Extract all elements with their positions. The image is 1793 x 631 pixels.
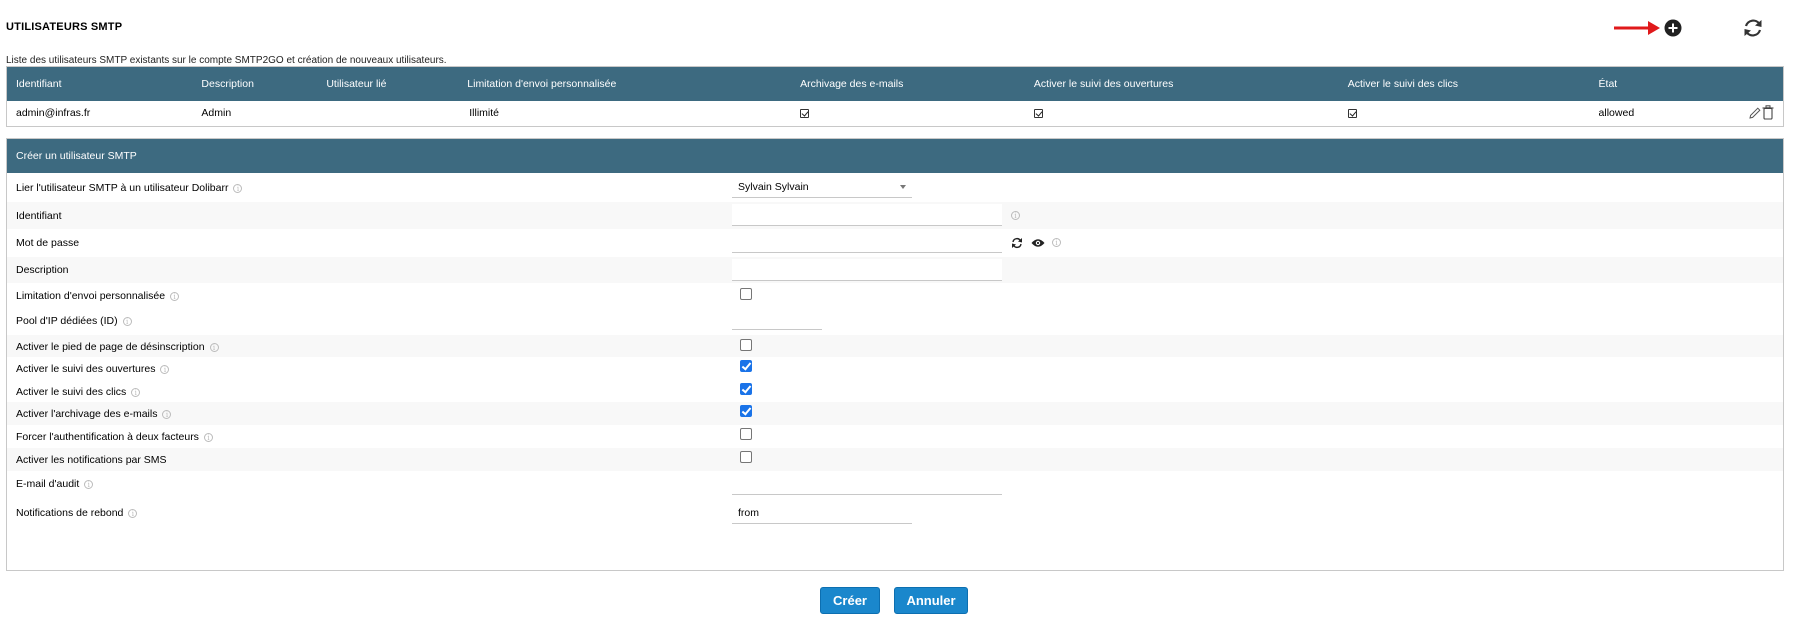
form-row-two-factor: Forcer l'authentification à deux facteur… <box>7 425 1783 448</box>
description-label: Description <box>16 264 69 276</box>
info-icon: i <box>131 387 141 397</box>
column-header-archiving: Archivage des e-mails <box>800 77 904 90</box>
refresh-icon[interactable] <box>1742 17 1764 39</box>
two-factor-checkbox[interactable] <box>740 428 752 440</box>
open-tracking-checkbox[interactable] <box>740 360 752 372</box>
sms-label: Activer les notifications par SMS <box>16 454 167 466</box>
state-value: allowed <box>1598 107 1635 120</box>
open-tracking-label: Activer le suivi des ouvertures i <box>16 363 170 375</box>
password-input[interactable] <box>732 231 1002 253</box>
smtp-users-table: Identifiant Description Utilisateur lié … <box>6 66 1784 127</box>
ip-pool-input[interactable] <box>732 308 822 330</box>
unsub-footer-checkbox[interactable] <box>740 339 752 351</box>
cell-linked-user <box>317 100 459 127</box>
description-input[interactable] <box>732 259 1002 281</box>
cell-identifiant: admin@infras.fr <box>6 100 193 127</box>
form-row-bounce: Notifications de rebond i <box>7 498 1783 528</box>
form-title: Créer un utilisateur SMTP <box>7 139 1783 173</box>
info-icon: i <box>1011 211 1020 220</box>
form-row-unsub-footer: Activer le pied de page de désinscriptio… <box>7 335 1783 357</box>
form-row-custom-limit: Limitation d'envoi personnalisée i <box>7 283 1783 308</box>
column-header-identifiant: Identifiant <box>16 77 62 90</box>
custom-limit-checkbox[interactable] <box>740 288 752 300</box>
page-title: UTILISATEURS SMTP <box>6 21 123 33</box>
form-row-description: Description <box>7 257 1783 283</box>
info-icon: i <box>209 342 219 352</box>
table-header-row: Identifiant Description Utilisateur lié … <box>6 66 1784 101</box>
audit-email-label: E-mail d'audit i <box>16 478 94 490</box>
form-row-audit-email: E-mail d'audit i <box>7 471 1783 498</box>
archiving-checkbox[interactable] <box>740 405 752 417</box>
click-tracking-label: Activer le suivi des clics i <box>16 386 141 398</box>
info-icon: i <box>162 409 172 419</box>
bounce-input[interactable] <box>732 502 912 524</box>
column-header-linked-user: Utilisateur lié <box>326 77 387 90</box>
form-row-identifiant: Identifiant i <box>7 202 1783 229</box>
info-icon: i <box>170 291 180 301</box>
info-icon: i <box>122 316 132 326</box>
info-icon: i <box>128 508 138 518</box>
cell-archiving <box>791 100 1025 127</box>
link-user-selected-value: Sylvain Sylvain <box>738 181 809 193</box>
generate-password-icon[interactable] <box>1011 237 1023 249</box>
archiving-label: Activer l'archivage des e-mails i <box>16 408 172 420</box>
cell-state: allowed <box>1589 100 1784 127</box>
form-row-sms: Activer les notifications par SMS <box>7 448 1783 471</box>
info-icon: i <box>160 364 170 374</box>
create-smtp-user-form: Créer un utilisateur SMTP Lier l'utilisa… <box>6 138 1784 571</box>
form-row-link-user: Lier l'utilisateur SMTP à un utilisateur… <box>7 173 1783 202</box>
chevron-down-icon <box>900 185 906 189</box>
open-tracking-check-icon <box>1033 108 1043 118</box>
cell-limit: Illimité <box>458 100 792 127</box>
info-icon: i <box>1052 238 1061 247</box>
info-icon: i <box>233 183 243 193</box>
click-tracking-checkbox[interactable] <box>740 383 752 395</box>
page-subtitle: Liste des utilisateurs SMTP existants su… <box>6 55 447 66</box>
cell-open-tracking <box>1024 100 1339 127</box>
table-row: admin@infras.fr Admin Illimité allowed <box>6 100 1784 127</box>
red-arrow-icon <box>1614 21 1660 35</box>
ip-pool-label: Pool d'IP dédiées (ID) i <box>16 315 132 327</box>
column-header-open-tracking: Activer le suivi des ouvertures <box>1033 77 1174 90</box>
column-header-limit: Limitation d'envoi personnalisée <box>467 77 617 90</box>
edit-pencil-icon[interactable] <box>1749 106 1761 119</box>
cancel-button[interactable]: Annuler <box>894 587 968 614</box>
form-row-open-tracking: Activer le suivi des ouvertures i <box>7 357 1783 380</box>
column-header-state: État <box>1598 77 1618 90</box>
archiving-check-icon <box>800 108 810 118</box>
identifiant-input[interactable] <box>732 204 1002 226</box>
column-header-description: Description <box>201 77 254 90</box>
form-row-password: Mot de passe i <box>7 229 1783 257</box>
form-row-archiving: Activer l'archivage des e-mails i <box>7 402 1783 425</box>
create-button[interactable]: Créer <box>820 587 880 614</box>
form-row-ip-pool: Pool d'IP dédiées (ID) i <box>7 308 1783 335</box>
cell-description: Admin <box>192 100 318 127</box>
info-icon: i <box>203 432 213 442</box>
column-header-click-tracking: Activer le suivi des clics <box>1347 77 1458 90</box>
delete-trash-icon[interactable] <box>1762 104 1774 120</box>
add-user-icon[interactable] <box>1664 19 1682 37</box>
sms-checkbox[interactable] <box>740 451 752 463</box>
top-actions <box>1612 14 1772 42</box>
audit-email-input[interactable] <box>732 473 1002 495</box>
identifiant-label: Identifiant <box>16 210 62 222</box>
click-tracking-check-icon <box>1347 108 1357 118</box>
show-password-eye-icon[interactable] <box>1031 238 1045 248</box>
bounce-label: Notifications de rebond i <box>16 507 138 519</box>
form-row-click-tracking: Activer le suivi des clics i <box>7 380 1783 402</box>
unsub-footer-label: Activer le pied de page de désinscriptio… <box>16 341 219 353</box>
link-user-label: Lier l'utilisateur SMTP à un utilisateur… <box>16 182 243 194</box>
password-label: Mot de passe <box>16 237 80 249</box>
cell-click-tracking <box>1338 100 1590 127</box>
link-user-select[interactable]: Sylvain Sylvain <box>732 176 912 198</box>
two-factor-label: Forcer l'authentification à deux facteur… <box>16 431 213 443</box>
info-icon: i <box>84 479 94 489</box>
custom-limit-label: Limitation d'envoi personnalisée i <box>16 290 180 302</box>
